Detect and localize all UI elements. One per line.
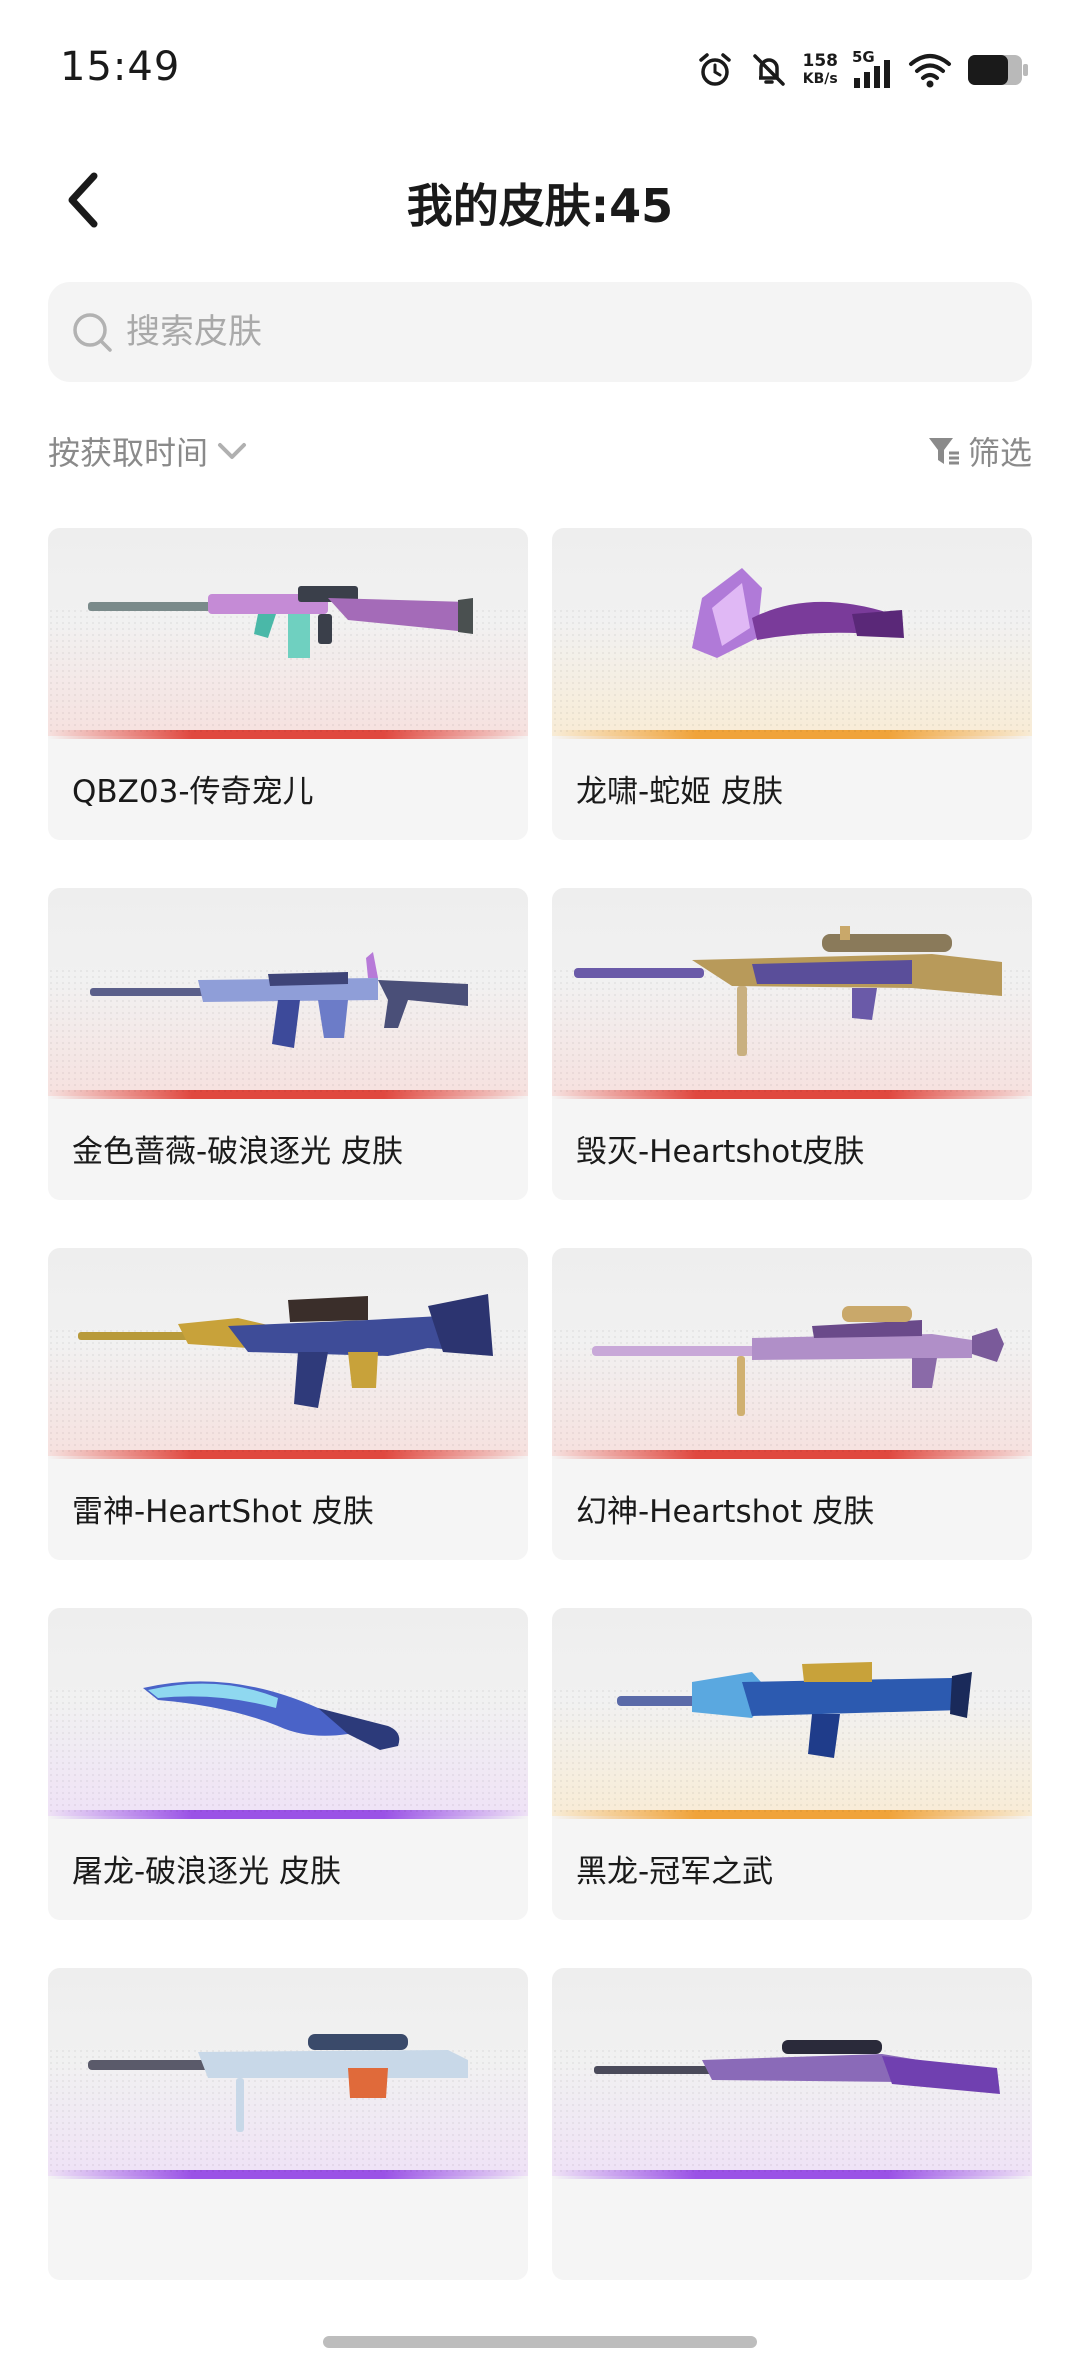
skin-name: 屠龙-破浪逐光 皮肤 — [72, 1854, 342, 1890]
skin-name: 雷神-HeartShot 皮肤 — [72, 1494, 374, 1530]
skin-card[interactable]: 金色蔷薇-破浪逐光 皮肤 — [48, 888, 528, 1200]
skin-image — [552, 888, 1032, 1099]
sort-filter-bar: 按获取时间 筛选 — [48, 428, 1032, 488]
filter-label: 筛选 — [967, 434, 1032, 472]
skin-card[interactable]: 屠龙-破浪逐光 皮肤 — [48, 1608, 528, 1920]
filter-button[interactable]: 筛选 — [926, 428, 1032, 474]
signal-label: 5G — [852, 48, 875, 66]
skin-image — [552, 1608, 1032, 1819]
chevron-down-icon — [218, 443, 247, 459]
skin-image — [552, 528, 1032, 739]
network-speed-value: 158 — [802, 51, 839, 71]
skin-card[interactable] — [552, 1968, 1032, 2280]
skin-name: QBZ03-传奇宠儿 — [72, 774, 314, 810]
skin-grid: QBZ03-传奇宠儿 龙啸-蛇姬 皮肤 金色蔷薇-破浪逐光 皮肤 毁灭-Hear… — [0, 528, 1080, 2324]
search-bar[interactable] — [48, 282, 1032, 382]
skin-card[interactable]: 幻神-Heartshot 皮肤 — [552, 1248, 1032, 1560]
skin-image — [48, 1968, 528, 2179]
skin-image — [48, 1608, 528, 1819]
skin-card[interactable]: 龙啸-蛇姬 皮肤 — [552, 528, 1032, 840]
network-speed: 158 KB/s — [803, 48, 839, 92]
header: 我的皮肤:45 — [0, 150, 1080, 250]
status-icons: 158 KB/s 5G — [695, 46, 1031, 94]
search-input[interactable] — [124, 311, 988, 353]
skin-name: 幻神-Heartshot 皮肤 — [576, 1494, 875, 1530]
skin-image — [48, 1248, 528, 1459]
skin-name: 黑龙-冠军之武 — [576, 1854, 774, 1890]
wifi-icon — [908, 48, 952, 92]
skin-image — [552, 1248, 1032, 1459]
skin-card[interactable]: 毁灭-Heartshot皮肤 — [552, 888, 1032, 1200]
search-icon — [70, 310, 114, 354]
skin-name: 龙啸-蛇姬 皮肤 — [576, 774, 784, 810]
skin-image — [48, 888, 528, 1099]
skin-name: 毁灭-Heartshot皮肤 — [576, 1134, 865, 1170]
page-title: 我的皮肤:45 — [406, 179, 674, 233]
skin-image — [48, 528, 528, 739]
battery-icon — [966, 48, 1030, 92]
skin-card[interactable] — [48, 1968, 528, 2280]
sort-dropdown[interactable]: 按获取时间 — [48, 428, 250, 474]
mute-icon — [749, 48, 789, 92]
skin-card[interactable]: 雷神-HeartShot 皮肤 — [48, 1248, 528, 1560]
status-bar: 15:49 158 KB/s 5G — [0, 0, 1080, 120]
home-indicator[interactable] — [323, 2336, 757, 2348]
skin-name: 金色蔷薇-破浪逐光 皮肤 — [72, 1134, 404, 1170]
signal-icon: 5G — [852, 48, 894, 92]
network-speed-unit: KB/s — [802, 71, 838, 87]
skin-card[interactable]: 黑龙-冠军之武 — [552, 1608, 1032, 1920]
skin-image — [552, 1968, 1032, 2179]
status-time: 15:49 — [60, 44, 181, 90]
alarm-icon — [695, 48, 735, 92]
sort-label: 按获取时间 — [48, 434, 209, 472]
skin-card[interactable]: QBZ03-传奇宠儿 — [48, 528, 528, 840]
filter-icon — [928, 438, 959, 465]
